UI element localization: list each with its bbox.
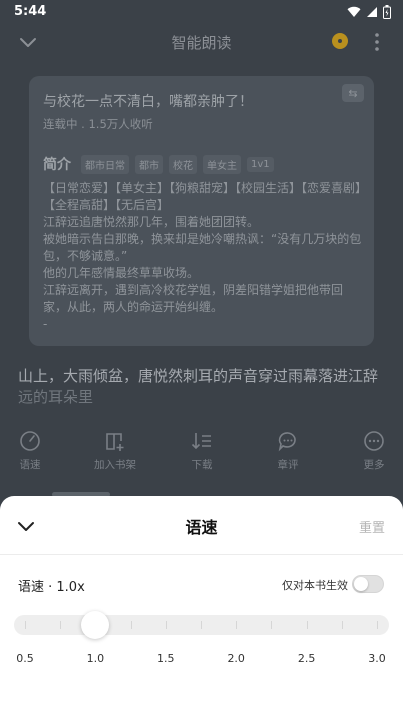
description-line: 被她暗示告白那晚，换来却是她冷嘲热讽：“没有几万块的包包，不够诚意。” — [43, 232, 362, 263]
switch-icon[interactable]: ⇆ — [342, 84, 364, 102]
slider-tick — [60, 621, 62, 629]
speed-slider-track[interactable] — [14, 615, 389, 635]
speed-tick-label: 1.0 — [86, 652, 105, 665]
slider-tick — [201, 621, 202, 629]
more-label: 更多 — [363, 459, 385, 471]
status-time: 5:44 — [14, 4, 47, 19]
bookshelf-add-icon — [106, 433, 124, 451]
slider-tick — [130, 621, 132, 629]
speed-bottom-sheet: 语速 重置 语速 · 1.0x 仅对本书生效 0.5 1.0 1.5 2.0 2.5 3.… — [0, 496, 403, 718]
status-bar: 5:44 — [0, 0, 403, 26]
comment-bubble-icon — [278, 432, 296, 452]
signal-icon — [367, 7, 377, 17]
book-tag: 1v1 — [247, 156, 274, 172]
comments-button[interactable]: 章评 — [258, 430, 318, 472]
slider-tick — [271, 621, 273, 629]
player-toolbar: 语速 加入书架 下载 章评 更多 — [0, 430, 403, 476]
speed-value-label: 语速 · 1.0x — [18, 580, 85, 595]
book-only-label: 仅对本书生效 — [282, 579, 348, 592]
slider-tick — [306, 621, 308, 629]
intro-label: 简介 — [43, 157, 71, 173]
download-list-icon — [191, 433, 211, 450]
reading-line-next: 远的耳朵里 — [18, 388, 94, 406]
reading-line-current: 山上，大雨倾盆，唐悦然刺耳的声音穿过雨幕落进江辞 — [18, 367, 379, 385]
description-line: - — [43, 317, 48, 331]
add-bookshelf-button[interactable]: 加入书架 — [85, 430, 145, 472]
speed-tick-label: 2.5 — [297, 652, 316, 665]
book-info-card: 与校花一点不清白，嘴都亲肿了！ 连载中 . 1.5万人收听 ⇆ 简介 都市日常 … — [29, 76, 374, 346]
battery-icon — [383, 5, 391, 19]
description-line: 【日常恋爱】【单女主】【狗粮甜宠】【校园生活】【恋爱喜剧】【全程高甜】【无后宫】 — [43, 181, 362, 212]
sheet-header: 语速 重置 — [0, 496, 403, 555]
download-button[interactable]: 下载 — [172, 430, 232, 472]
description-line: 他的几年感情最终草草收场。 — [43, 266, 200, 280]
book-tag: 校花 — [169, 154, 197, 174]
wifi-icon — [347, 6, 361, 18]
slider-tick — [25, 621, 26, 629]
speed-tick-label: 3.0 — [368, 652, 386, 665]
comments-label: 章评 — [277, 459, 299, 471]
more-options-icon[interactable] — [370, 32, 384, 52]
slider-tick — [165, 621, 167, 629]
speed-tool-label: 语速 — [19, 459, 41, 471]
voice-disc-icon[interactable] — [332, 33, 348, 49]
description-line: 江辞远追唐悦然那几年，围着她团团转。 — [43, 215, 260, 229]
toggle-knob — [354, 577, 368, 591]
slider-tick — [236, 621, 238, 629]
speed-tick-label: 2.0 — [227, 652, 245, 665]
more-circle-icon — [364, 431, 384, 451]
slider-tick — [341, 621, 343, 629]
reading-text: 山上，大雨倾盆，唐悦然刺耳的声音穿过雨幕落进江辞 远的耳朵里 — [18, 366, 388, 408]
book-tag: 都市 — [135, 154, 163, 174]
book-only-toggle[interactable] — [352, 575, 384, 593]
more-tools-button[interactable]: 更多 — [344, 430, 403, 472]
description-line: 江辞远离开，遇到高冷校花学姐，阴差阳错学姐把他带回家，从此，两人的命运开始纠缠。 — [43, 283, 344, 314]
speed-tick-label: 0.5 — [16, 652, 34, 665]
speed-tool-button[interactable]: 语速 — [0, 430, 60, 472]
top-bar: 智能朗读 — [0, 26, 403, 58]
book-tag: 都市日常 — [81, 154, 129, 174]
download-label: 下载 — [191, 459, 213, 471]
reset-button[interactable]: 重置 — [359, 517, 385, 536]
book-tag: 单女主 — [203, 154, 241, 174]
speed-gauge-icon — [20, 431, 40, 451]
speed-tick-label: 1.5 — [157, 652, 175, 665]
intro-row: 简介 都市日常 都市 校花 单女主 1v1 — [43, 154, 274, 174]
slider-tick — [377, 621, 378, 629]
bookshelf-label: 加入书架 — [94, 459, 136, 471]
status-icons — [347, 5, 391, 19]
sheet-title: 语速 — [185, 518, 218, 537]
book-description: 【日常恋爱】【单女主】【狗粮甜宠】【校园生活】【恋爱喜剧】【全程高甜】【无后宫】… — [43, 180, 363, 333]
book-status: 连载中 . 1.5万人收听 — [43, 117, 153, 131]
book-title: 与校花一点不清白，嘴都亲肿了！ — [43, 94, 253, 110]
